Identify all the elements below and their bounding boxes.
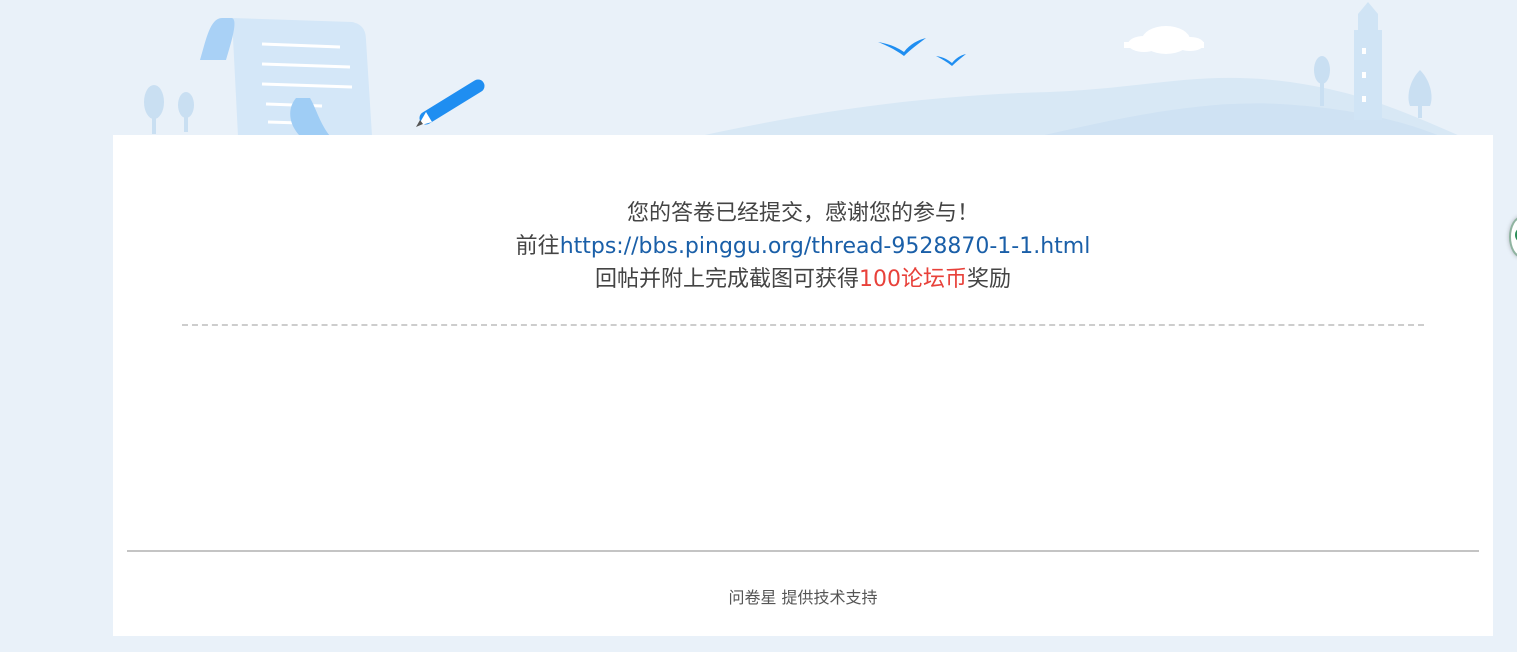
support-text: 提供技术支持 — [776, 588, 878, 607]
brand-link[interactable]: 问卷星 — [728, 588, 776, 607]
goto-line: 前往https://bbs.pinggu.org/thread-9528870-… — [113, 230, 1493, 263]
scroll-illustration — [200, 18, 372, 136]
submit-message: 您的答卷已经提交，感谢您的参与！ 前往https://bbs.pinggu.or… — [113, 197, 1493, 296]
reward-line: 回帖并附上完成截图可获得100论坛币奖励 — [113, 263, 1493, 296]
tree-icon — [144, 85, 194, 134]
floating-widget-icon[interactable] — [1509, 216, 1517, 258]
goto-prefix: 前往 — [515, 234, 560, 259]
bird-icon — [878, 38, 966, 66]
reward-prefix: 回帖并附上完成截图可获得 — [594, 267, 859, 292]
reward-suffix: 奖励 — [967, 267, 1012, 292]
pen-icon — [416, 79, 485, 127]
cloud-icon — [1124, 26, 1204, 54]
footer: 问卷星 提供技术支持 — [113, 584, 1493, 608]
result-card: 您的答卷已经提交，感谢您的参与！ 前往https://bbs.pinggu.or… — [113, 135, 1493, 636]
thanks-text: 您的答卷已经提交，感谢您的参与！ — [626, 201, 979, 226]
header-illustration — [144, 2, 1460, 136]
thread-link[interactable]: https://bbs.pinggu.org/thread-9528870-1-… — [560, 234, 1091, 259]
lighthouse-icon — [1354, 2, 1382, 120]
footer-divider — [127, 550, 1479, 552]
reward-amount: 100论坛币 — [859, 267, 967, 292]
page: 您的答卷已经提交，感谢您的参与！ 前往https://bbs.pinggu.or… — [0, 0, 1517, 652]
dashed-divider — [182, 324, 1424, 326]
